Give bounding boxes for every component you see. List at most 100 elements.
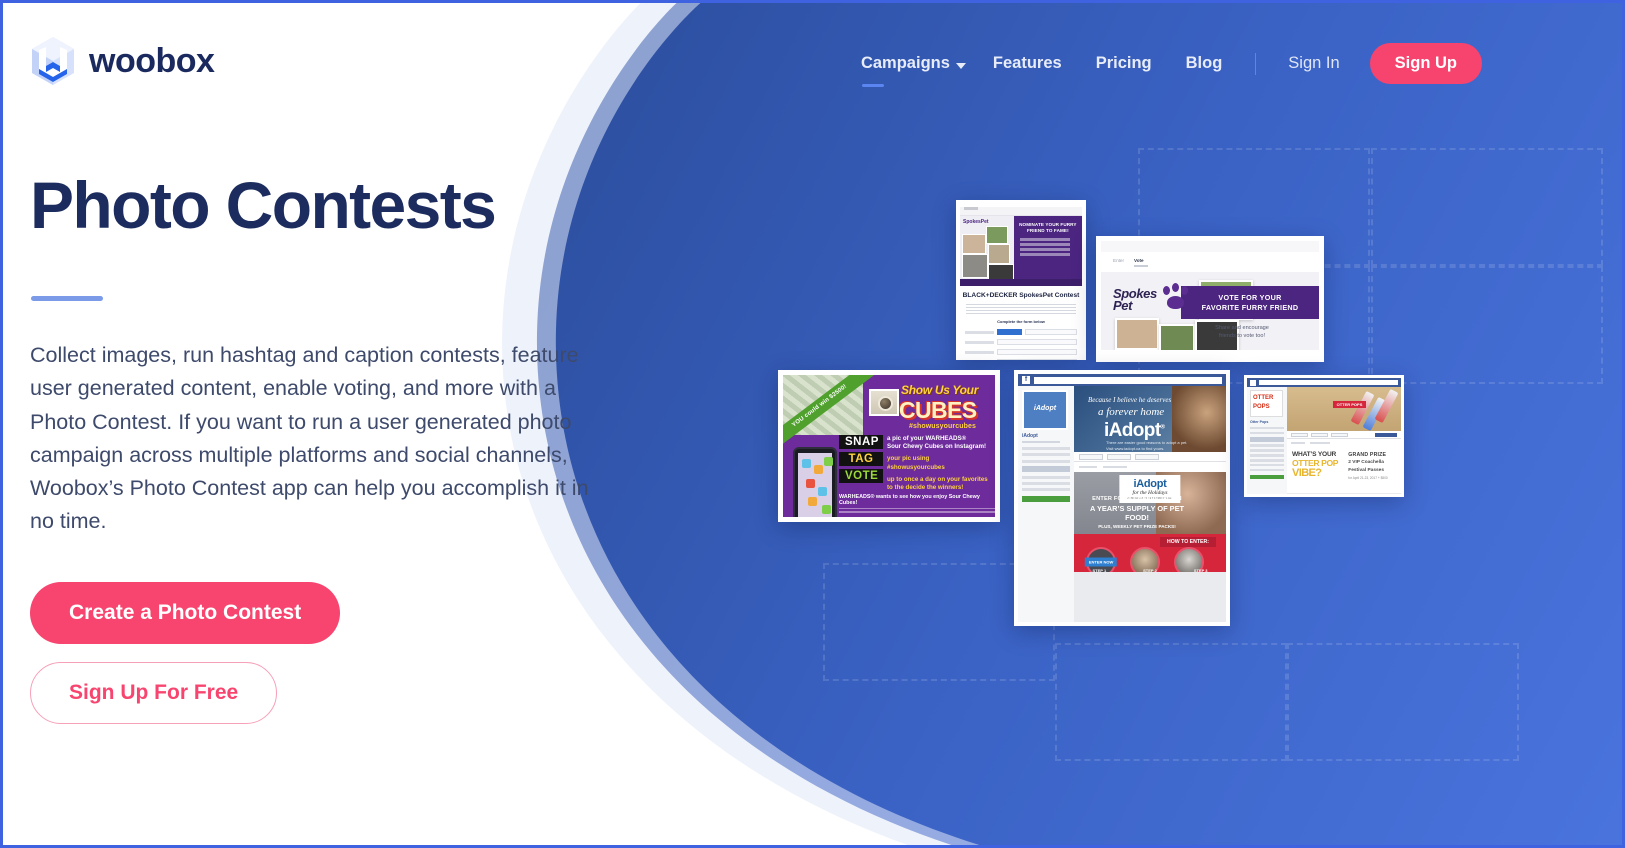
step-1-line-2: Sour Chewy Cubes on Instagram! — [887, 443, 987, 451]
promo-line-1: ENTER FOR A CHANCE TO WIN — [1092, 496, 1182, 502]
facebook-top-bar — [1247, 378, 1401, 387]
brand-name: woobox — [89, 41, 215, 80]
sign-up-button[interactable]: Sign Up — [1369, 43, 1482, 84]
nav-item-pricing[interactable]: Pricing — [1079, 46, 1169, 81]
otter-pops-pack-label: OTTER POPS — [1332, 401, 1367, 408]
nav-item-features[interactable]: Features — [976, 46, 1079, 81]
message-button[interactable] — [1311, 432, 1328, 437]
landing-page: woobox Campaigns Features Pricing Blog S… — [0, 0, 1625, 848]
like-button[interactable] — [1291, 432, 1308, 437]
main-navigation: Campaigns Features Pricing Blog Sign In … — [844, 43, 1482, 87]
promo-headline: WHAT’S YOUR OTTER POP VIBE? — [1287, 447, 1346, 493]
banner-footer-bar — [960, 279, 1082, 286]
logo-line-2: POPS — [1253, 404, 1270, 410]
message-button[interactable] — [1107, 453, 1131, 460]
vote-subtext-line-2: friends to vote too! — [1218, 333, 1266, 340]
cover-brand: iAdopt® — [1104, 420, 1165, 441]
prize-line-2: Festival Passes — [1348, 468, 1385, 474]
hero-section: Photo Contests Collect images, run hasht… — [30, 168, 630, 724]
facebook-sidebar: OTTER POPS Otter Pops — [1247, 387, 1287, 494]
card-form-heading: Complete the form below — [997, 319, 1045, 325]
prize-title: GRAND PRIZE — [1348, 452, 1387, 458]
campaign-hashtag: #showusyourcubes — [909, 423, 976, 430]
step-label-1: STEP 1 — [1092, 568, 1107, 572]
logo-line-2: Pet — [1113, 298, 1133, 314]
page-avatar: OTTER POPS — [1250, 390, 1283, 417]
promotion-tab-content: WHAT’S YOUR OTTER POP VIBE? GRAND PRIZE … — [1287, 447, 1401, 493]
vote-subtext: Share and encourage friends to vote too! — [1187, 324, 1297, 340]
facebook-main-column: OTTER POPS WHAT’S YOUR OTTER POP VIBE? G… — [1287, 387, 1401, 494]
vote-headline-panel: VOTE FOR YOUR FAVORITE FURRY FRIEND — [1181, 286, 1319, 319]
campaign-card-iadopt[interactable]: f iAdopt iAdopt Because I believe he des… — [1014, 370, 1230, 626]
facebook-search-field[interactable] — [1259, 380, 1398, 385]
browser-chrome-bar — [1101, 241, 1319, 252]
headline-main: CUBES — [899, 397, 977, 423]
headline-line-1: WHAT’S YOUR — [1292, 451, 1337, 458]
facebook-logo-icon: f — [1022, 376, 1030, 384]
promotion-tab-content: iAdopt for the Holidays A PROGRAM OF PET… — [1074, 472, 1226, 572]
photo-thumb — [1115, 318, 1159, 350]
nav-item-blog[interactable]: Blog — [1169, 46, 1240, 81]
nav-label-features: Features — [992, 54, 1062, 72]
woobox-hex-logo-icon — [32, 37, 74, 85]
hero-description: Collect images, run hashtag and caption … — [30, 343, 589, 533]
promo-copy: ENTER FOR A CHANCE TO WIN A YEAR’S SUPPL… — [1082, 496, 1192, 529]
step-3-line-1: up to once a day on your favorites — [887, 475, 988, 483]
card-banner: SpokesPet NOMINATE YOUR FURRY FRIEND TO … — [960, 216, 1082, 286]
photo-tiles — [960, 216, 1016, 286]
headline-top: Show Us Your — [901, 383, 979, 397]
page-cover-photo: Because I believe he deserves a forever … — [1074, 386, 1226, 452]
phone-illustration — [793, 447, 837, 517]
step-label-3: STEP 3 — [1193, 568, 1208, 572]
cover-line-2: a forever home — [1098, 406, 1165, 418]
create-promotion-button[interactable] — [1022, 496, 1070, 503]
primary-action-button[interactable] — [1375, 432, 1397, 437]
cover-line-1: Because I believe he deserves — [1088, 396, 1172, 404]
browser-chrome-bar — [960, 207, 1082, 216]
campaign-card-spokespet-vote[interactable]: Enter Vote Spokes Pet VOTE FOR YOUR FAVO… — [1096, 236, 1324, 362]
step-key-vote: VOTE — [839, 469, 883, 483]
page-title: Photo Contests — [30, 168, 497, 242]
cover-brand-text: iAdopt — [1104, 420, 1161, 441]
nav-label-pricing: Pricing — [1095, 54, 1152, 72]
cover-fine-print: There are easier good reasons to adopt a… — [1106, 440, 1187, 451]
step-2-line-2: #showusyourcubes — [887, 463, 945, 471]
step-3-line-2: to the decide the winners! — [887, 483, 964, 491]
more-button[interactable] — [1331, 432, 1348, 437]
page-name: Otter Pops — [1250, 420, 1269, 424]
step-key-snap: SNAP — [839, 435, 883, 449]
tab-enter[interactable]: Enter — [1113, 258, 1124, 267]
like-button[interactable] — [1079, 453, 1103, 460]
site-header: woobox Campaigns Features Pricing Blog S… — [3, 3, 1622, 115]
sidebar-active-item[interactable] — [1250, 436, 1284, 442]
nav-label-blog: Blog — [1185, 54, 1223, 72]
create-photo-contest-button[interactable]: Create a Photo Contest — [30, 581, 341, 644]
step-labels: STEP 1 STEP 2 STEP 3 — [1074, 568, 1226, 572]
page-action-buttons — [1074, 452, 1226, 462]
card-footer: WARHEADS® wants to see how you enjoy Sou… — [839, 494, 995, 515]
facebook-search-field[interactable] — [1034, 376, 1222, 384]
sign-in-link[interactable]: Sign In — [1272, 46, 1355, 81]
facebook-sidebar: iAdopt iAdopt — [1018, 386, 1074, 622]
card-inner: YOU could win $2500! Show Us Your CUBES … — [783, 375, 995, 517]
tab-strip — [1074, 462, 1226, 472]
hero-divider — [31, 296, 103, 302]
vote-subtext-line-1: Share and encourage — [1215, 325, 1269, 331]
sidebar-active-item[interactable] — [1022, 466, 1070, 473]
create-promotion-button[interactable] — [1250, 475, 1284, 480]
campaign-card-otterpops[interactable]: OTTER POPS Otter Pops OTTER POPS WHAT’S … — [1244, 375, 1404, 497]
nav-item-campaigns[interactable]: Campaigns — [844, 46, 976, 87]
sign-up-free-button[interactable]: Sign Up For Free — [30, 661, 278, 724]
promo-line-3: PLUS, WEEKLY PET PRIZE PACKS! — [1098, 524, 1176, 529]
hero-cta-group: Create a Photo Contest Sign Up For Free — [30, 581, 630, 724]
more-button[interactable] — [1135, 453, 1159, 460]
vote-headline-line-2: FAVORITE FURRY FRIEND — [1201, 302, 1299, 312]
brand-logo[interactable]: woobox — [30, 36, 215, 86]
campaign-card-warheads-cubes[interactable]: YOU could win $2500! Show Us Your CUBES … — [778, 370, 1000, 522]
chevron-down-icon — [955, 62, 966, 69]
spokespet-logo-text: SpokesPet — [963, 219, 989, 225]
enter-now-button[interactable]: ENTER NOW — [1084, 557, 1118, 567]
tab-vote[interactable]: Vote — [1133, 258, 1148, 267]
tab-strip — [1287, 439, 1401, 447]
campaign-card-blackdecker-spokespet[interactable]: SpokesPet NOMINATE YOUR FURRY FRIEND TO … — [956, 200, 1086, 360]
